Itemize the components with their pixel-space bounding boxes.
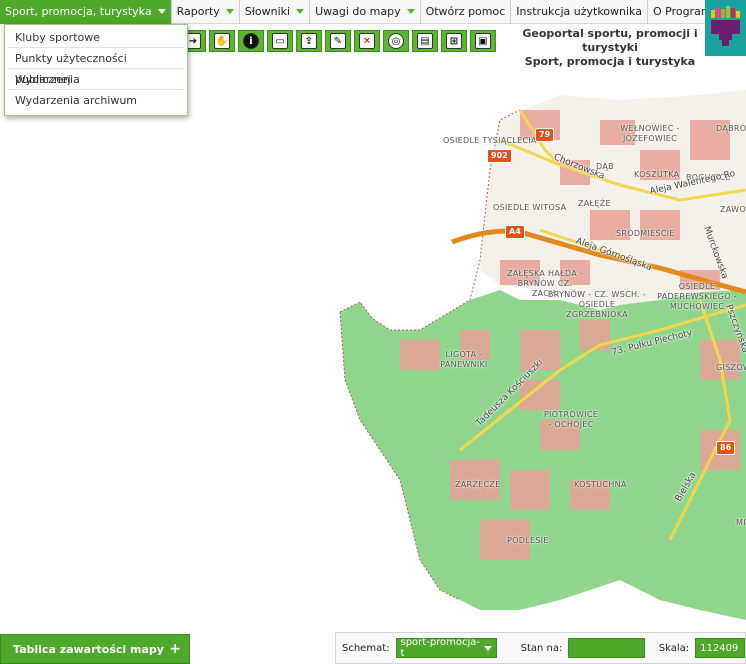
info-icon: i: [243, 33, 259, 49]
menu-sport-promocja-turystyka[interactable]: Sport, promocja, turystyka: [0, 0, 172, 24]
title-line-2: Sport, promocja i turystyka: [524, 55, 696, 68]
chevron-down-icon: [483, 645, 492, 651]
menu-label: Raporty: [176, 5, 220, 18]
schema-label: Schemat:: [342, 642, 390, 654]
sport-dropdown-menu: Kluby sportowe Punkty użyteczności publi…: [4, 24, 188, 116]
tool-upload[interactable]: ⇪: [296, 30, 322, 52]
menu-instrukcja-uzytkownika[interactable]: Instrukcja użytkownika: [511, 0, 648, 24]
dropdown-item-kluby-sportowe[interactable]: Kluby sportowe: [8, 27, 184, 48]
map-toolbar: ➔ ✋ i ▭ ⇪ ✎ ✕ ◎ ▤ ⊞ ▣: [180, 30, 496, 52]
map-label: WEŁNOWIEC - JÓZEFOWIEC: [620, 124, 680, 143]
tool-info[interactable]: i: [238, 30, 264, 52]
hand-pan-icon: ✋: [214, 33, 230, 49]
road-shield: A4: [505, 225, 525, 239]
map-label: LIGOTA - PANEWNIKI: [440, 350, 488, 369]
map-label: ŚRÓDMIEŚCIE: [616, 229, 675, 238]
tool-pan[interactable]: ✋: [209, 30, 235, 52]
app-logo: [705, 0, 746, 56]
tool-clear-selection[interactable]: ✕: [354, 30, 380, 52]
dropdown-item-punkty-uzytecznosci[interactable]: Punkty użyteczności publicznej: [8, 48, 184, 86]
tool-image[interactable]: ▣: [470, 30, 496, 52]
geoportal-app: OSIEDLE TYSIĄCLECIA WEŁNOWIEC - JÓZEFOWI…: [0, 0, 746, 664]
logo-icon: [711, 6, 740, 46]
schema-value: sport-promocja-t: [400, 637, 481, 659]
map-label: BRYNÓW - CZ. WSCH. - OSIEDLE ZGRZEBNIOKA: [547, 290, 647, 319]
tool-comment[interactable]: ▭: [267, 30, 293, 52]
tool-zoom[interactable]: ◎: [383, 30, 409, 52]
map-contents-panel-toggle[interactable]: Tablica zawartości mapy +: [0, 634, 190, 664]
map-label: OSIEDLE WITOSA: [493, 203, 567, 212]
road-shield: 79: [535, 128, 555, 142]
road-shield: 902: [487, 149, 512, 163]
panel-label: Tablica zawartości mapy: [13, 642, 164, 656]
image-icon: ▣: [475, 33, 491, 49]
map-label: ZAWOD: [720, 205, 746, 214]
zoom-icon: ◎: [388, 33, 404, 49]
menu-uwagi-do-mapy[interactable]: Uwagi do mapy: [310, 0, 421, 24]
map-label: OSIEDLE TYSIĄCLECIA: [443, 136, 537, 145]
plus-icon: +: [169, 641, 181, 657]
scale-field[interactable]: 112409: [695, 638, 745, 658]
upload-icon: ⇪: [301, 33, 317, 49]
page-title: Geoportal sportu, promocji i turystyki S…: [520, 27, 700, 69]
scale-label: Skala:: [658, 642, 690, 654]
map-label: ZAŁĘŻE: [578, 199, 611, 208]
menu-label: Słowniki: [244, 5, 291, 18]
map-label: ZARZECZE: [455, 480, 501, 489]
map-label: PIOTROWICE - OCHOJEC: [543, 410, 599, 429]
menu-label: Uwagi do mapy: [315, 5, 401, 18]
comment-icon: ▭: [272, 33, 288, 49]
tool-print[interactable]: ▤: [412, 30, 438, 52]
schema-select[interactable]: sport-promocja-t: [395, 637, 497, 659]
edit-icon: ✎: [330, 33, 346, 49]
print-icon: ▤: [417, 33, 433, 49]
stan-field[interactable]: [568, 638, 645, 658]
map-label: MI: [736, 518, 746, 527]
menu-label: Otwórz pomoc: [425, 5, 506, 18]
clear-selection-icon: ✕: [359, 33, 375, 49]
title-line-1: Geoportal sportu, promocji i turystyki: [522, 27, 698, 54]
menu-slowniki[interactable]: Słowniki: [240, 0, 311, 24]
main-menu-bar: Sport, promocja, turystyka Raporty Słown…: [0, 0, 738, 24]
dropdown-item-wydarzenia-archiwum[interactable]: Wydarzenia archiwum: [8, 90, 184, 111]
chevron-down-icon: [296, 9, 305, 14]
menu-otworz-pomoc[interactable]: Otwórz pomoc: [421, 0, 512, 24]
map-label: GISZOW: [716, 363, 746, 372]
stan-label: Stan na:: [520, 642, 563, 654]
chevron-down-icon: [157, 9, 166, 14]
tool-coordinates[interactable]: ⊞: [441, 30, 467, 52]
menu-label: Sport, promocja, turystyka: [5, 5, 152, 18]
menu-label: Instrukcja użytkownika: [516, 5, 642, 18]
dropdown-item-wydarzenia[interactable]: Wydarzenia: [8, 69, 184, 90]
status-bar: Schemat: sport-promocja-t Stan na: Skala…: [335, 632, 746, 664]
map-label: KOSZUTKA: [634, 170, 680, 179]
map-label: DĄBRÓ: [716, 124, 746, 133]
menu-raporty[interactable]: Raporty: [172, 0, 240, 24]
road-shield: 86: [716, 441, 736, 455]
chevron-down-icon: [225, 9, 234, 14]
map-label: PODLESIE: [507, 536, 549, 545]
chevron-down-icon: [406, 9, 415, 14]
map-label: KOSTUCHNA: [574, 480, 627, 489]
tool-edit[interactable]: ✎: [325, 30, 351, 52]
coordinates-icon: ⊞: [446, 33, 462, 49]
